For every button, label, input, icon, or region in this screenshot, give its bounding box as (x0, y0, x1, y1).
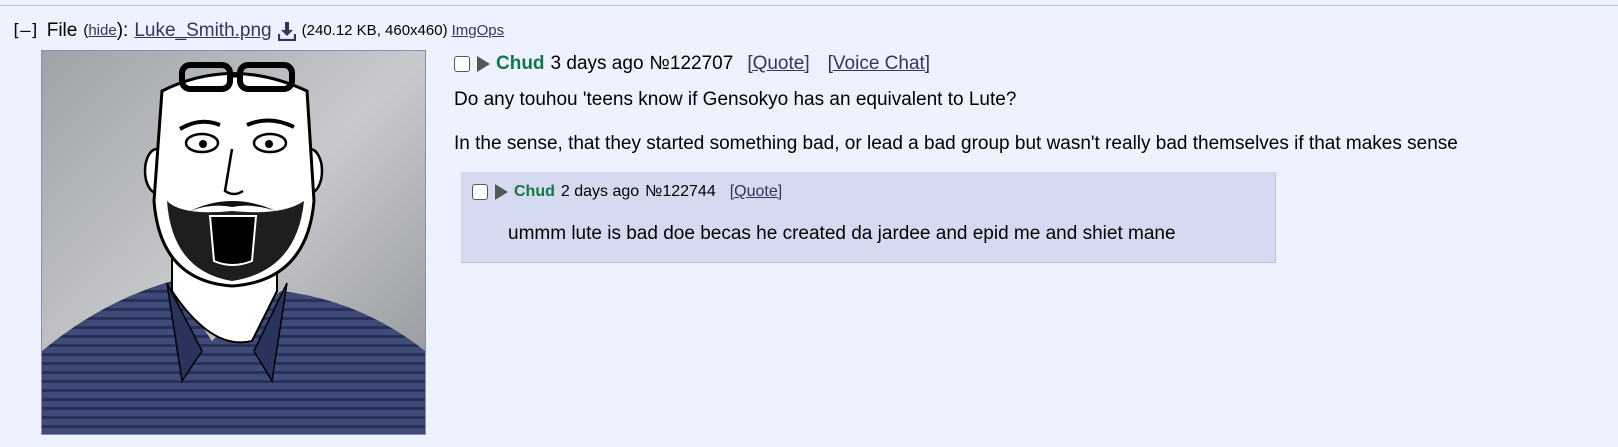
op-post: Chud 3 days ago №122707 [Quote] [Voice C… (454, 50, 1458, 156)
reply-post-number[interactable]: №122744 (645, 183, 716, 201)
op-timestamp: 3 days ago (550, 53, 644, 74)
op-quote-link[interactable]: [Quote] (747, 53, 809, 75)
hide-close-paren: ): (116, 20, 129, 41)
reply-poster-name: Chud (514, 183, 555, 200)
collapse-button[interactable]: [–] (11, 18, 40, 44)
op-voice-chat-link[interactable]: [Voice Chat] (828, 53, 930, 75)
file-meta: (240.12 KB, 460x460) (301, 22, 448, 39)
reply-post: Chud 2 days ago №122744 [Quote] ummm lut… (461, 172, 1276, 263)
filename-link[interactable]: Luke_Smith.png (134, 18, 271, 44)
op-poster-name: Chud (496, 53, 545, 74)
expand-triangle-icon[interactable] (495, 184, 508, 200)
op-paragraph: In the sense, that they started somethin… (454, 133, 1458, 154)
post-image-thumbnail[interactable] (41, 50, 426, 435)
expand-triangle-icon[interactable] (477, 56, 490, 72)
imgops-link[interactable]: ImgOps (452, 18, 505, 44)
hide-link[interactable]: hide (88, 18, 116, 44)
file-info-line: [–] File (hide): Luke_Smith.png (240.12 … (11, 18, 504, 44)
op-post-header: Chud 3 days ago №122707 [Quote] [Voice C… (454, 50, 1458, 78)
op-post-body: Do any touhou 'teens know if Gensokyo ha… (454, 88, 1458, 156)
top-divider (0, 5, 1618, 6)
reply-post-header: Chud 2 days ago №122744 [Quote] (472, 178, 800, 206)
reply-select-checkbox[interactable] (472, 184, 488, 200)
op-post-number[interactable]: №122707 (650, 53, 734, 75)
op-select-checkbox[interactable] (454, 56, 470, 72)
op-paragraph: Do any touhou 'teens know if Gensokyo ha… (454, 89, 1017, 110)
reply-message: ummm lute is bad doe becas he created da… (508, 223, 1176, 244)
file-label: File (46, 20, 78, 41)
reply-timestamp: 2 days ago (560, 183, 640, 200)
download-icon[interactable] (277, 21, 296, 42)
reply-quote-link[interactable]: [Quote] (730, 183, 782, 201)
